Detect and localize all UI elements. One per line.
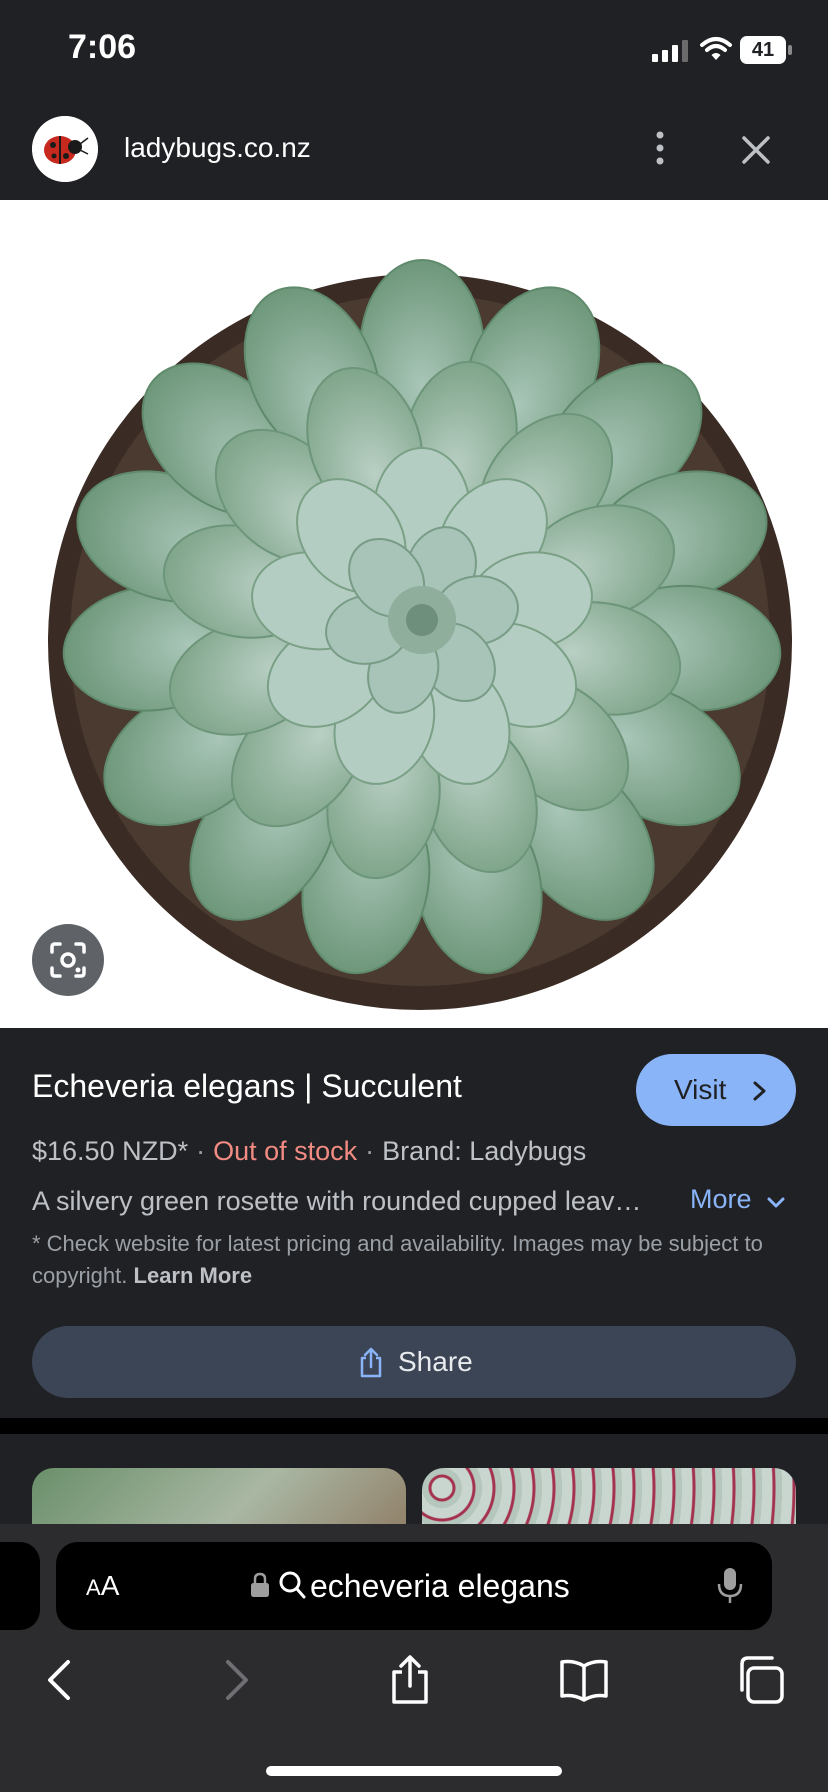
- aa-small: A: [86, 1575, 101, 1600]
- chevron-right-icon: [753, 1081, 766, 1101]
- wifi-icon: [700, 37, 732, 60]
- visit-label: Visit: [674, 1074, 727, 1105]
- learn-more-link[interactable]: Learn More: [134, 1263, 253, 1288]
- brand: Brand: Ladybugs: [382, 1136, 587, 1166]
- visit-button[interactable]: Visit: [636, 1054, 796, 1126]
- forward-arrow-icon[interactable]: [210, 1654, 262, 1706]
- status-bar: 7:06 41: [0, 0, 828, 100]
- home-indicator[interactable]: [266, 1766, 562, 1776]
- address-text[interactable]: echeveria elegans: [310, 1568, 570, 1605]
- share-sheet-icon[interactable]: [384, 1654, 436, 1706]
- lock-icon: [251, 1572, 269, 1597]
- cellular-signal-icon: [652, 40, 688, 62]
- status-time: 7:06: [68, 28, 137, 66]
- address-bar[interactable]: AA echeveria elegans: [56, 1542, 772, 1630]
- search-icon: [279, 1571, 306, 1599]
- previous-tab-preview[interactable]: [0, 1542, 40, 1630]
- lens-icon: [50, 942, 86, 978]
- price: $16.50 NZD*: [32, 1136, 189, 1166]
- share-label: Share: [398, 1346, 473, 1377]
- page: 7:06 41 ladybugs.co.nz Echeveria elegans…: [0, 0, 828, 1792]
- site-header: ladybugs.co.nz: [0, 100, 828, 200]
- share-button[interactable]: Share: [32, 1326, 796, 1398]
- site-domain[interactable]: ladybugs.co.nz: [124, 132, 311, 164]
- product-description: A silvery green rosette with rounded cup…: [32, 1186, 642, 1216]
- more-link[interactable]: More: [690, 1184, 752, 1215]
- tabs-icon[interactable]: [734, 1654, 786, 1706]
- related-image-thumbnail[interactable]: [32, 1468, 406, 1524]
- product-info-panel: Echeveria elegans | Succulent Visit $16.…: [0, 1028, 828, 1418]
- related-images: [0, 1434, 828, 1524]
- close-icon[interactable]: [738, 132, 774, 168]
- back-arrow-icon[interactable]: [34, 1654, 86, 1706]
- share-icon: [360, 1347, 382, 1378]
- product-image[interactable]: [0, 200, 828, 1028]
- succulent-illustration: [48, 259, 792, 1010]
- reader-aa-button[interactable]: AA: [86, 1570, 119, 1602]
- price-row: $16.50 NZD* · Out of stock · Brand: Ladybugs: [32, 1136, 586, 1167]
- stock-status: Out of stock: [213, 1136, 358, 1166]
- section-divider: [0, 1418, 828, 1434]
- separator-dot: ·: [365, 1136, 375, 1166]
- browser-toolbar: AA echeveria elegans: [0, 1524, 828, 1792]
- separator-dot: ·: [196, 1136, 206, 1166]
- ladybug-logo-icon[interactable]: [32, 116, 98, 182]
- bookmarks-icon[interactable]: [558, 1654, 610, 1706]
- aa-big: A: [100, 1570, 120, 1601]
- visual-search-button[interactable]: [32, 924, 104, 996]
- chevron-down-icon[interactable]: [766, 1196, 786, 1210]
- disclaimer: * Check website for latest pricing and a…: [32, 1228, 772, 1292]
- related-image-thumbnail[interactable]: [422, 1468, 796, 1524]
- battery-level: 41: [751, 39, 775, 61]
- product-title: Echeveria elegans | Succulent: [32, 1068, 462, 1104]
- more-options-icon[interactable]: [648, 128, 672, 168]
- microphone-icon[interactable]: [716, 1566, 744, 1606]
